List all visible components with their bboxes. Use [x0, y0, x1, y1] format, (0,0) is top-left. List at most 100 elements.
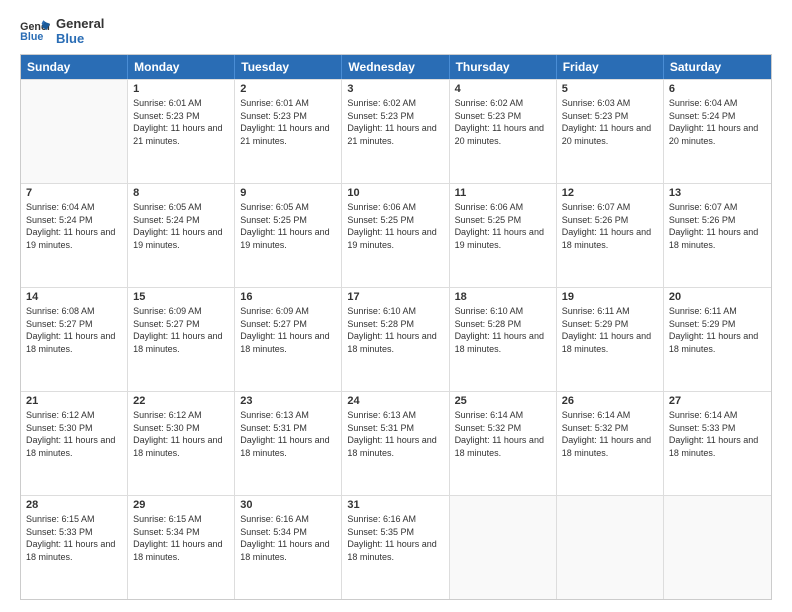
- calendar-cell-empty: [450, 496, 557, 599]
- cell-info: Sunrise: 6:02 AMSunset: 5:23 PMDaylight:…: [455, 97, 551, 147]
- day-header-thursday: Thursday: [450, 55, 557, 79]
- calendar-cell-2: 2 Sunrise: 6:01 AMSunset: 5:23 PMDaylight…: [235, 80, 342, 183]
- cell-date: 6: [669, 83, 766, 95]
- calendar-cell-26: 26Sunrise: 6:14 AMSunset: 5:32 PMDayligh…: [557, 392, 664, 495]
- cell-date: 8: [133, 187, 229, 199]
- cell-date: 21: [26, 395, 122, 407]
- calendar-cell-10: 10 Sunrise: 6:06 AMSunset: 5:25 PMDayligh…: [342, 184, 449, 287]
- cell-info: Sunrise: 6:01 AMSunset: 5:23 PMDaylight:…: [240, 97, 336, 147]
- cell-info: Sunrise: 6:08 AMSunset: 5:27 PMDaylight:…: [26, 305, 122, 355]
- calendar-cell-9: 9 Sunrise: 6:05 AMSunset: 5:25 PMDaylight…: [235, 184, 342, 287]
- day-header-tuesday: Tuesday: [235, 55, 342, 79]
- calendar-cell-7: 7 Sunrise: 6:04 AMSunset: 5:24 PMDaylight…: [21, 184, 128, 287]
- calendar-row-2: 14 Sunrise: 6:08 AMSunset: 5:27 PMDayligh…: [21, 287, 771, 391]
- day-header-saturday: Saturday: [664, 55, 771, 79]
- cell-date: 2: [240, 83, 336, 95]
- calendar-cell-8: 8 Sunrise: 6:05 AMSunset: 5:24 PMDaylight…: [128, 184, 235, 287]
- cell-info: Sunrise: 6:05 AMSunset: 5:24 PMDaylight:…: [133, 201, 229, 251]
- cell-info: Sunrise: 6:14 AMSunset: 5:33 PMDaylight:…: [669, 409, 766, 459]
- calendar: SundayMondayTuesdayWednesdayThursdayFrid…: [20, 54, 772, 600]
- cell-date: 10: [347, 187, 443, 199]
- cell-info: Sunrise: 6:03 AMSunset: 5:23 PMDaylight:…: [562, 97, 658, 147]
- calendar-cell-19: 19 Sunrise: 6:11 AMSunset: 5:29 PMDayligh…: [557, 288, 664, 391]
- cell-date: 16: [240, 291, 336, 303]
- cell-info: Sunrise: 6:06 AMSunset: 5:25 PMDaylight:…: [455, 201, 551, 251]
- cell-date: 7: [26, 187, 122, 199]
- cell-info: Sunrise: 6:16 AMSunset: 5:34 PMDaylight:…: [240, 513, 336, 563]
- cell-date: 22: [133, 395, 229, 407]
- cell-info: Sunrise: 6:11 AMSunset: 5:29 PMDaylight:…: [669, 305, 766, 355]
- calendar-cell-empty: [21, 80, 128, 183]
- cell-info: Sunrise: 6:09 AMSunset: 5:27 PMDaylight:…: [240, 305, 336, 355]
- cell-info: Sunrise: 6:13 AMSunset: 5:31 PMDaylight:…: [240, 409, 336, 459]
- calendar-cell-18: 18 Sunrise: 6:10 AMSunset: 5:28 PMDayligh…: [450, 288, 557, 391]
- cell-info: Sunrise: 6:04 AMSunset: 5:24 PMDaylight:…: [26, 201, 122, 251]
- cell-date: 20: [669, 291, 766, 303]
- calendar-cell-27: 27 Sunrise: 6:14 AMSunset: 5:33 PMDayligh…: [664, 392, 771, 495]
- cell-date: 1: [133, 83, 229, 95]
- cell-info: Sunrise: 6:10 AMSunset: 5:28 PMDaylight:…: [347, 305, 443, 355]
- cell-info: Sunrise: 6:07 AMSunset: 5:26 PMDaylight:…: [669, 201, 766, 251]
- cell-date: 29: [133, 499, 229, 511]
- day-header-friday: Friday: [557, 55, 664, 79]
- cell-date: 11: [455, 187, 551, 199]
- cell-info: Sunrise: 6:02 AMSunset: 5:23 PMDaylight:…: [347, 97, 443, 147]
- logo: General Blue General Blue: [20, 16, 104, 46]
- cell-info: Sunrise: 6:06 AMSunset: 5:25 PMDaylight:…: [347, 201, 443, 251]
- page-header: General Blue General Blue: [20, 16, 772, 46]
- calendar-header: SundayMondayTuesdayWednesdayThursdayFrid…: [21, 55, 771, 79]
- calendar-body: 1 Sunrise: 6:01 AMSunset: 5:23 PMDaylight…: [21, 79, 771, 599]
- calendar-cell-12: 12 Sunrise: 6:07 AMSunset: 5:26 PMDayligh…: [557, 184, 664, 287]
- calendar-cell-6: 6Sunrise: 6:04 AMSunset: 5:24 PMDaylight…: [664, 80, 771, 183]
- calendar-cell-3: 3 Sunrise: 6:02 AMSunset: 5:23 PMDaylight…: [342, 80, 449, 183]
- calendar-cell-empty: [664, 496, 771, 599]
- cell-date: 26: [562, 395, 658, 407]
- day-header-sunday: Sunday: [21, 55, 128, 79]
- calendar-cell-15: 15Sunrise: 6:09 AMSunset: 5:27 PMDayligh…: [128, 288, 235, 391]
- logo-icon: General Blue: [20, 17, 50, 45]
- cell-date: 18: [455, 291, 551, 303]
- cell-info: Sunrise: 6:05 AMSunset: 5:25 PMDaylight:…: [240, 201, 336, 251]
- cell-date: 14: [26, 291, 122, 303]
- cell-date: 17: [347, 291, 443, 303]
- cell-info: Sunrise: 6:07 AMSunset: 5:26 PMDaylight:…: [562, 201, 658, 251]
- cell-date: 25: [455, 395, 551, 407]
- day-header-monday: Monday: [128, 55, 235, 79]
- day-header-wednesday: Wednesday: [342, 55, 449, 79]
- calendar-cell-30: 30 Sunrise: 6:16 AMSunset: 5:34 PMDayligh…: [235, 496, 342, 599]
- cell-date: 30: [240, 499, 336, 511]
- calendar-cell-31: 31Sunrise: 6:16 AMSunset: 5:35 PMDayligh…: [342, 496, 449, 599]
- calendar-cell-29: 29 Sunrise: 6:15 AMSunset: 5:34 PMDayligh…: [128, 496, 235, 599]
- cell-date: 9: [240, 187, 336, 199]
- calendar-row-0: 1 Sunrise: 6:01 AMSunset: 5:23 PMDaylight…: [21, 79, 771, 183]
- cell-info: Sunrise: 6:12 AMSunset: 5:30 PMDaylight:…: [26, 409, 122, 459]
- cell-info: Sunrise: 6:11 AMSunset: 5:29 PMDaylight:…: [562, 305, 658, 355]
- cell-date: 24: [347, 395, 443, 407]
- cell-date: 13: [669, 187, 766, 199]
- calendar-cell-22: 22 Sunrise: 6:12 AMSunset: 5:30 PMDayligh…: [128, 392, 235, 495]
- calendar-cell-4: 4Sunrise: 6:02 AMSunset: 5:23 PMDaylight…: [450, 80, 557, 183]
- cell-date: 12: [562, 187, 658, 199]
- cell-info: Sunrise: 6:14 AMSunset: 5:32 PMDaylight:…: [455, 409, 551, 459]
- calendar-cell-14: 14 Sunrise: 6:08 AMSunset: 5:27 PMDayligh…: [21, 288, 128, 391]
- calendar-cell-28: 28Sunrise: 6:15 AMSunset: 5:33 PMDayligh…: [21, 496, 128, 599]
- cell-info: Sunrise: 6:12 AMSunset: 5:30 PMDaylight:…: [133, 409, 229, 459]
- calendar-cell-16: 16 Sunrise: 6:09 AMSunset: 5:27 PMDayligh…: [235, 288, 342, 391]
- svg-text:Blue: Blue: [20, 31, 43, 43]
- cell-date: 28: [26, 499, 122, 511]
- cell-info: Sunrise: 6:01 AMSunset: 5:23 PMDaylight:…: [133, 97, 229, 147]
- cell-date: 3: [347, 83, 443, 95]
- cell-info: Sunrise: 6:09 AMSunset: 5:27 PMDaylight:…: [133, 305, 229, 355]
- cell-info: Sunrise: 6:10 AMSunset: 5:28 PMDaylight:…: [455, 305, 551, 355]
- cell-date: 27: [669, 395, 766, 407]
- cell-date: 31: [347, 499, 443, 511]
- cell-date: 19: [562, 291, 658, 303]
- calendar-cell-24: 24 Sunrise: 6:13 AMSunset: 5:31 PMDayligh…: [342, 392, 449, 495]
- cell-info: Sunrise: 6:13 AMSunset: 5:31 PMDaylight:…: [347, 409, 443, 459]
- cell-date: 23: [240, 395, 336, 407]
- calendar-cell-13: 13 Sunrise: 6:07 AMSunset: 5:26 PMDayligh…: [664, 184, 771, 287]
- calendar-cell-25: 25 Sunrise: 6:14 AMSunset: 5:32 PMDayligh…: [450, 392, 557, 495]
- cell-info: Sunrise: 6:15 AMSunset: 5:34 PMDaylight:…: [133, 513, 229, 563]
- calendar-cell-1: 1 Sunrise: 6:01 AMSunset: 5:23 PMDaylight…: [128, 80, 235, 183]
- cell-date: 5: [562, 83, 658, 95]
